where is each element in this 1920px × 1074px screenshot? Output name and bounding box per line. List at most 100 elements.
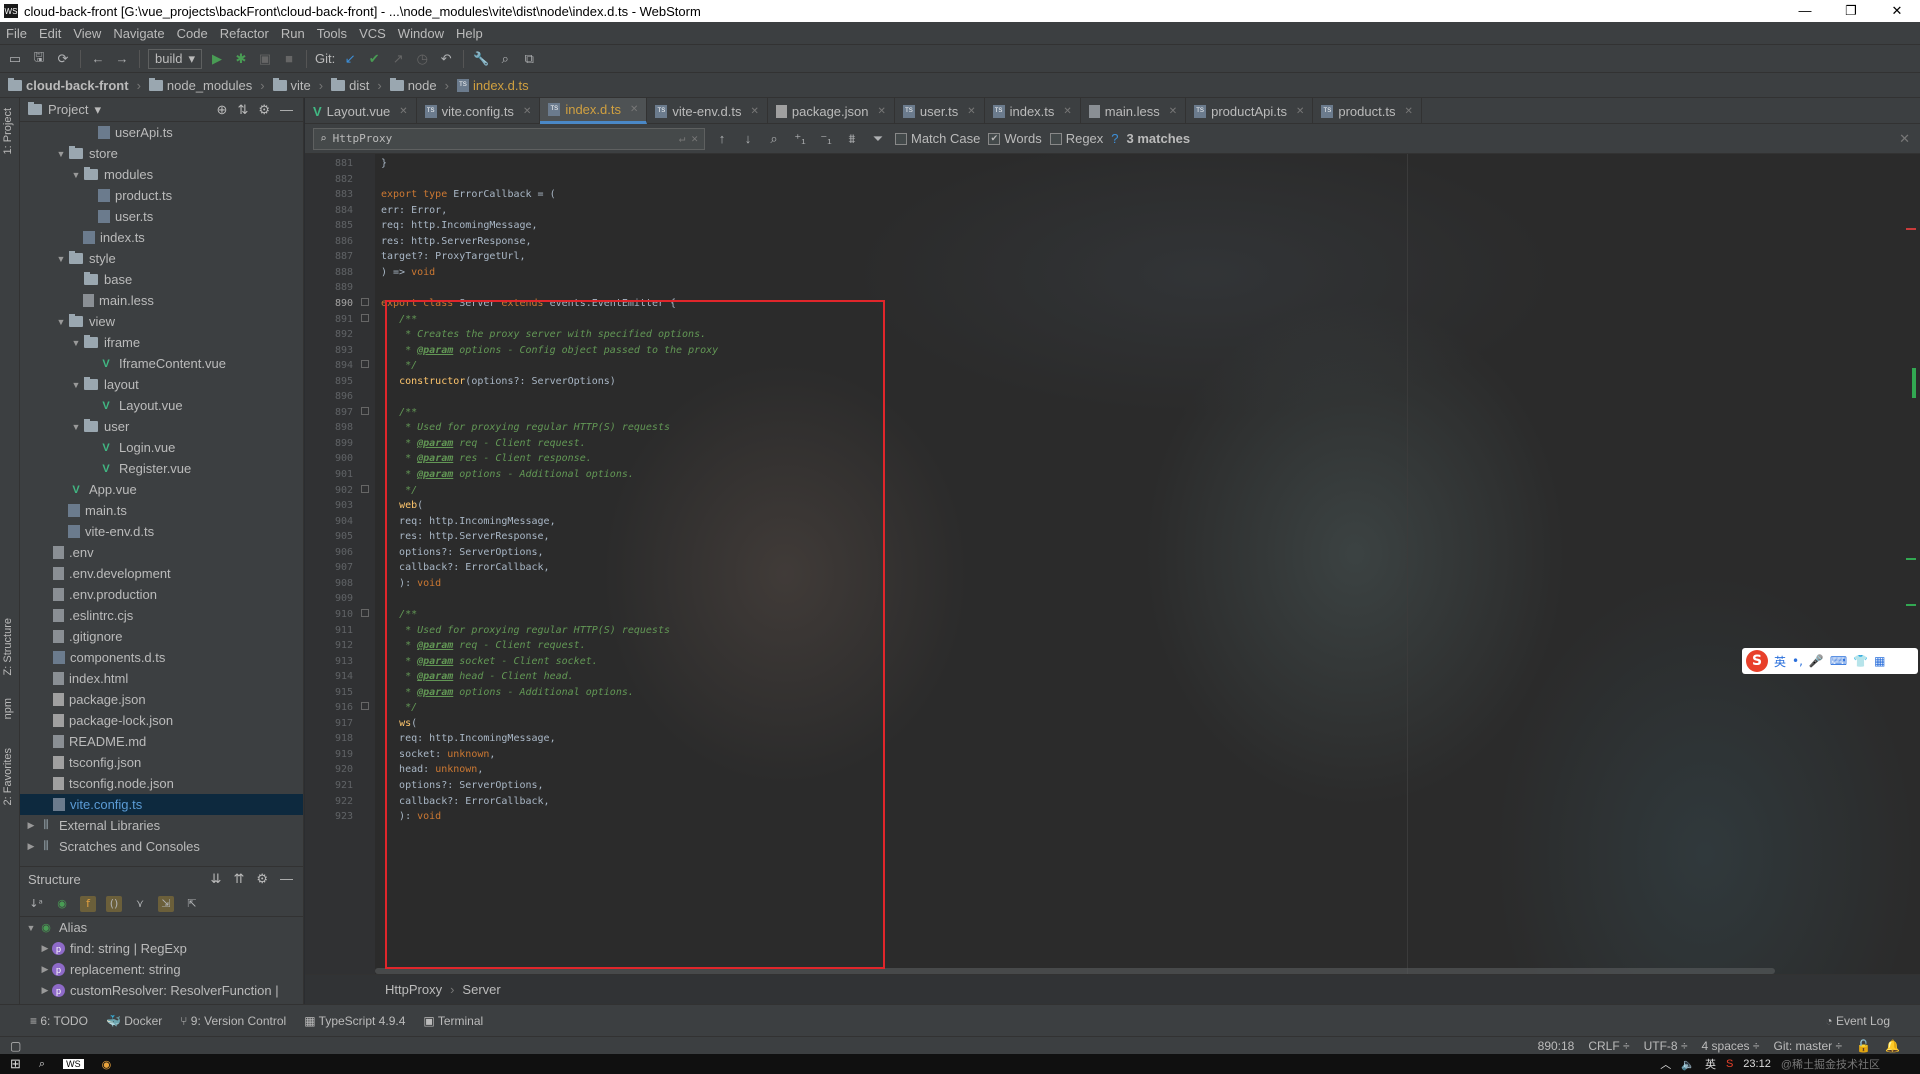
close-tab-icon[interactable]: ✕ — [878, 106, 886, 117]
menu-window[interactable]: Window — [392, 26, 450, 41]
coverage-icon[interactable]: ▣ — [256, 50, 274, 68]
tree-item[interactable]: ▼ user — [20, 416, 303, 437]
tree-item[interactable]: tsconfig.node.json — [20, 773, 303, 794]
file-encoding[interactable]: UTF-8 ÷ — [1644, 1039, 1688, 1053]
fold-marker-icon[interactable] — [361, 313, 369, 322]
git-push-icon[interactable]: ↗ — [389, 50, 407, 68]
structure-item[interactable]: ▶ p replacement: string — [20, 959, 303, 980]
close-tab-icon[interactable]: ✕ — [630, 104, 638, 115]
editor-tab[interactable]: main.less ✕ — [1081, 98, 1187, 124]
expand-arrow-icon[interactable]: ▼ — [69, 422, 83, 432]
close-tab-icon[interactable]: ✕ — [523, 106, 531, 117]
menu-edit[interactable]: Edit — [33, 26, 67, 41]
tree-item[interactable]: README.md — [20, 731, 303, 752]
menu-file[interactable]: File — [0, 26, 33, 41]
tree-item[interactable]: .eslintrc.cjs — [20, 605, 303, 626]
find-all-icon[interactable]: ⌕ — [765, 130, 783, 148]
find-occurrence-marker[interactable] — [1906, 558, 1916, 560]
tree-item[interactable]: V Register.vue — [20, 458, 303, 479]
filter-icon[interactable]: ⏷ — [869, 130, 887, 148]
menu-tools[interactable]: Tools — [311, 26, 353, 41]
close-icon[interactable]: ✕ — [1899, 131, 1920, 147]
tree-item[interactable]: main.less — [20, 290, 303, 311]
search-icon[interactable]: ⌕ — [496, 50, 514, 68]
structure-item[interactable]: ▶ p customResolver: ResolverFunction | — [20, 980, 303, 1001]
tree-item[interactable]: index.html — [20, 668, 303, 689]
git-update-icon[interactable]: ↙ — [341, 50, 359, 68]
tree-item[interactable]: .env — [20, 542, 303, 563]
npm-tool-tab[interactable]: npm — [2, 698, 14, 719]
editor-tab[interactable]: TS productApi.ts ✕ — [1186, 98, 1314, 124]
expand-arrow-icon[interactable]: ▼ — [54, 254, 68, 264]
regex-help-link[interactable]: ? — [1111, 131, 1118, 146]
close-tab-icon[interactable]: ✕ — [967, 106, 975, 117]
tree-item[interactable]: vite.config.ts — [20, 794, 303, 815]
editor-tab[interactable]: TS index.ts ✕ — [985, 98, 1081, 124]
tree-item[interactable]: V App.vue — [20, 479, 303, 500]
sort-alpha-icon[interactable]: ↓ᵃ — [28, 896, 44, 912]
forward-arrow-icon[interactable]: → — [113, 50, 131, 68]
fold-marker-icon[interactable] — [361, 360, 369, 369]
locate-icon[interactable]: ⊕ — [217, 102, 228, 118]
expand-arrow-icon[interactable]: ▼ — [24, 923, 38, 933]
run-icon[interactable]: ▶ — [208, 50, 226, 68]
back-arrow-icon[interactable]: ← — [89, 50, 107, 68]
editor-tab[interactable]: TS vite.config.ts ✕ — [417, 98, 541, 124]
expand-arrow-icon[interactable]: ▶ — [38, 964, 52, 975]
expand-arrow-icon[interactable]: ▶ — [38, 943, 52, 954]
tree-item[interactable]: ▶ ⫼ Scratches and Consoles — [20, 836, 303, 857]
expand-arrow-icon[interactable]: ▼ — [54, 149, 68, 159]
add-occurrence-icon[interactable]: ⁺₁ — [791, 130, 809, 148]
clear-icon[interactable]: ✕ — [691, 132, 704, 145]
select-all-occurrences-icon[interactable]: ⩩ — [843, 130, 861, 148]
fold-marker-icon[interactable] — [361, 608, 369, 617]
git-commit-icon[interactable]: ✔ — [365, 50, 383, 68]
editor-breadcrumb-namespace[interactable]: HttpProxy — [385, 982, 442, 997]
clock[interactable]: 23:12 — [1743, 1058, 1771, 1070]
menu-view[interactable]: View — [67, 26, 107, 41]
editor-tab[interactable]: TS vite-env.d.ts ✕ — [647, 98, 768, 124]
tree-item[interactable]: userApi.ts — [20, 122, 303, 143]
notifications-icon[interactable]: 🔔 — [1885, 1039, 1900, 1053]
editor-tab[interactable]: V Layout.vue ✕ — [305, 98, 417, 124]
chevron-up-icon[interactable]: ︿ — [1660, 1056, 1671, 1072]
expand-arrow-icon[interactable]: ▶ — [38, 985, 52, 996]
wrench-icon[interactable]: 🔧 — [472, 50, 490, 68]
volume-icon[interactable]: 🔈 — [1681, 1058, 1695, 1071]
indent-setting[interactable]: 4 spaces ÷ — [1702, 1039, 1760, 1053]
editor-tab[interactable]: TS product.ts ✕ — [1313, 98, 1422, 124]
windows-start-icon[interactable]: ⊞ — [10, 1056, 21, 1072]
expand-arrow-icon[interactable]: ▶ — [24, 820, 38, 831]
regex-checkbox[interactable] — [1049, 132, 1062, 145]
close-tab-icon[interactable]: ✕ — [1296, 106, 1304, 117]
tool-todo[interactable]: ≡ 6: TODO — [30, 1014, 88, 1028]
keyboard-icon[interactable]: ⌨ — [1830, 654, 1847, 668]
tree-item[interactable]: index.ts — [20, 227, 303, 248]
tree-item[interactable]: package-lock.json — [20, 710, 303, 731]
editor-tab[interactable]: TS user.ts ✕ — [895, 98, 985, 124]
close-button[interactable]: ✕ — [1874, 3, 1920, 19]
tree-item[interactable]: product.ts — [20, 185, 303, 206]
newline-icon[interactable]: ↵ — [679, 132, 686, 145]
find-occurrence-marker[interactable] — [1906, 604, 1916, 606]
menu-navigate[interactable]: Navigate — [107, 26, 170, 41]
chrome-taskbar-icon[interactable]: ◉ — [102, 1058, 112, 1071]
previous-occurrence-icon[interactable]: ↑ — [713, 130, 731, 148]
tree-item[interactable]: ▼ store — [20, 143, 303, 164]
git-history-icon[interactable]: ◷ — [413, 50, 431, 68]
tree-item[interactable]: tsconfig.json — [20, 752, 303, 773]
expand-arrow-icon[interactable]: ▼ — [69, 338, 83, 348]
fold-marker-icon[interactable] — [361, 297, 369, 306]
git-branch[interactable]: Git: master ÷ — [1773, 1039, 1842, 1053]
close-tab-icon[interactable]: ✕ — [751, 106, 759, 117]
tree-item[interactable]: ▶ ⫼ External Libraries — [20, 815, 303, 836]
open-folder-icon[interactable]: ▭ — [6, 50, 24, 68]
tool-terminal[interactable]: ▣ Terminal — [423, 1014, 483, 1028]
project-tool-tab[interactable]: 1: Project — [2, 108, 14, 154]
show-fields-icon[interactable]: f — [80, 895, 96, 912]
autoscroll-to-source-icon[interactable]: ⇲ — [158, 895, 174, 912]
skin-icon[interactable]: 👕 — [1853, 654, 1868, 668]
run-config-selector[interactable]: build ▾ — [148, 48, 202, 69]
tree-item[interactable]: V Layout.vue — [20, 395, 303, 416]
lock-icon[interactable]: 🔓 — [1856, 1039, 1871, 1053]
